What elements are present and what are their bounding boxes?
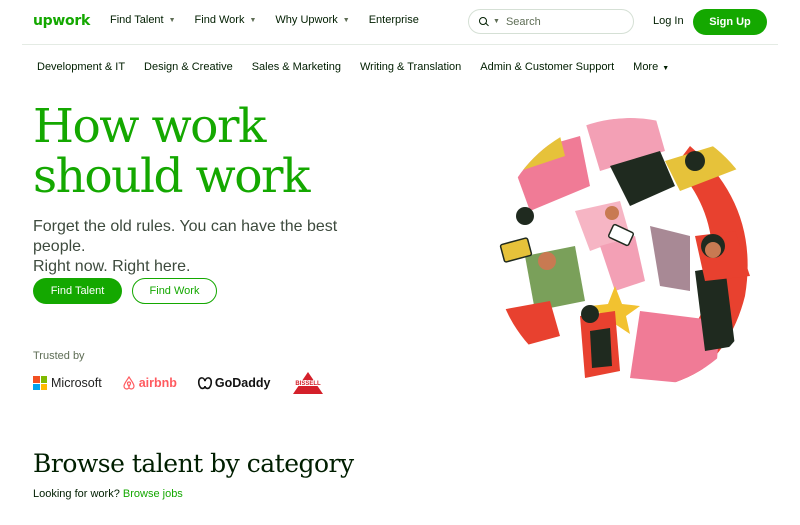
signup-button[interactable]: Sign Up <box>693 9 767 35</box>
nav-find-talent-label: Find Talent <box>110 14 164 26</box>
bissell-icon: BISSELL <box>293 372 324 394</box>
browse-title: Browse talent by category <box>33 449 354 478</box>
category-more[interactable]: More ▼ <box>633 61 669 73</box>
person-head <box>685 151 705 171</box>
nav-enterprise-label: Enterprise <box>368 14 419 26</box>
microsoft-logo: Microsoft <box>33 376 102 390</box>
find-talent-button[interactable]: Find Talent <box>33 278 122 304</box>
category-writing-translation[interactable]: Writing & Translation <box>360 61 461 73</box>
header-divider <box>22 44 778 45</box>
bissell-label: BISSELL <box>296 381 322 387</box>
godaddy-logo: GoDaddy <box>197 376 271 390</box>
nav-links: Find Talent ▼ Find Work ▼ Why Upwork ▼ E… <box>110 14 438 26</box>
category-sales-marketing[interactable]: Sales & Marketing <box>252 61 341 73</box>
category-development-it[interactable]: Development & IT <box>37 61 125 73</box>
illustration-shape <box>525 246 585 311</box>
microsoft-icon <box>33 376 47 390</box>
browse-subtitle: Looking for work? Browse jobs <box>33 488 183 500</box>
chevron-down-icon: ▼ <box>168 16 176 24</box>
airbnb-logo: airbnb <box>122 376 177 390</box>
browse-prompt: Looking for work? <box>33 488 120 500</box>
trusted-logos: Microsoft airbnb GoDaddy BISSELL <box>33 370 326 396</box>
category-admin-support[interactable]: Admin & Customer Support <box>480 61 614 73</box>
hero-title: How work should work <box>33 102 353 202</box>
trusted-by-label: Trusted by <box>33 350 85 362</box>
nav-why-upwork[interactable]: Why Upwork ▼ <box>275 14 349 26</box>
search-icon <box>479 16 489 27</box>
chevron-down-icon: ▼ <box>342 16 350 24</box>
airbnb-label: airbnb <box>138 376 177 390</box>
upwork-logo[interactable]: upwork <box>33 13 90 29</box>
hero-subtitle: Forget the old rules. You can have the b… <box>33 217 373 277</box>
hero-title-line2: should work <box>33 149 311 204</box>
nav-find-talent[interactable]: Find Talent ▼ <box>110 14 176 26</box>
nav-find-work-label: Find Work <box>194 14 245 26</box>
category-design-creative[interactable]: Design & Creative <box>144 61 233 73</box>
category-bar: Development & IT Design & Creative Sales… <box>37 61 688 73</box>
chevron-down-icon: ▼ <box>249 16 257 24</box>
person-face <box>538 252 556 270</box>
search-input[interactable] <box>505 15 616 28</box>
person-head <box>581 305 599 323</box>
nav-enterprise[interactable]: Enterprise <box>369 14 419 26</box>
top-navigation: upwork Find Talent ▼ Find Work ▼ Why Upw… <box>0 0 800 44</box>
illustration-shape <box>590 328 612 368</box>
airbnb-icon <box>123 376 135 390</box>
person-head <box>516 207 534 225</box>
category-more-label: More <box>633 61 659 73</box>
chevron-down-icon: ▼ <box>662 65 670 72</box>
bissell-logo: BISSELL <box>290 370 326 396</box>
find-work-button[interactable]: Find Work <box>132 278 217 304</box>
search-bar[interactable]: ▼ <box>468 9 634 34</box>
nav-find-work[interactable]: Find Work ▼ <box>195 14 257 26</box>
hero-title-line1: How work <box>33 99 266 154</box>
browse-jobs-link[interactable]: Browse jobs <box>123 488 183 500</box>
person-face <box>605 206 619 220</box>
person-face <box>705 242 721 258</box>
hero-illustration <box>494 118 766 390</box>
microsoft-label: Microsoft <box>51 376 102 390</box>
login-link[interactable]: Log In <box>653 15 684 27</box>
hero-subtitle-line1: Forget the old rules. You can have the b… <box>33 218 338 255</box>
chevron-down-icon[interactable]: ▼ <box>493 18 500 25</box>
nav-why-upwork-label: Why Upwork <box>275 14 338 26</box>
godaddy-label: GoDaddy <box>214 376 271 390</box>
godaddy-icon <box>197 377 212 390</box>
hero-subtitle-line2: Right now. Right here. <box>33 258 191 275</box>
